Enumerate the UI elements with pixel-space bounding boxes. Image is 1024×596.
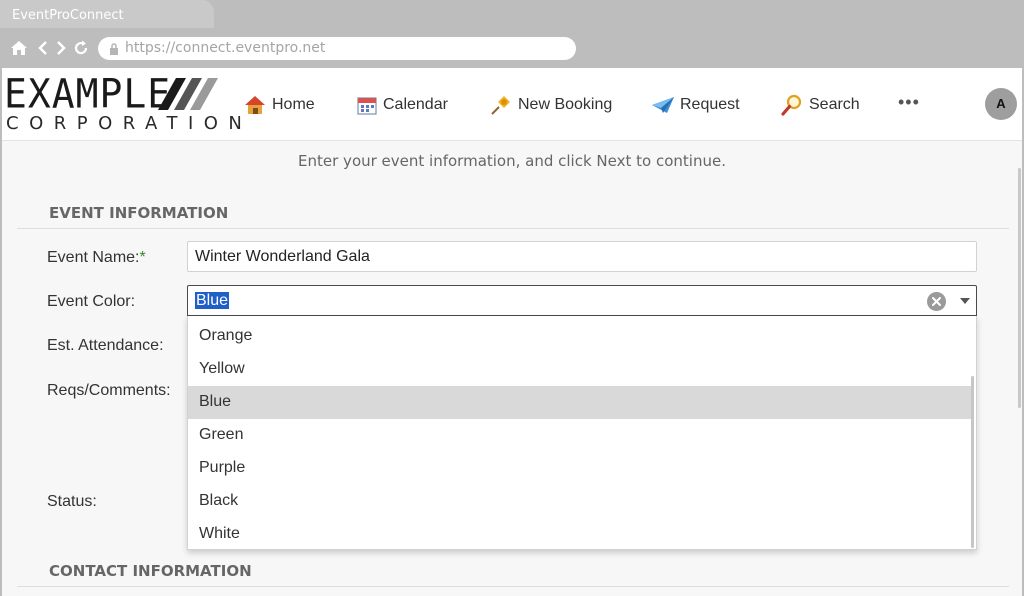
lock-icon xyxy=(110,43,118,55)
event-color-dropdown[interactable]: Orange Yellow Blue Green Purple Black Wh… xyxy=(187,316,977,550)
reload-icon[interactable] xyxy=(72,38,90,58)
event-color-value: Blue xyxy=(195,292,230,309)
nav-home-label: Home xyxy=(272,96,315,113)
browser-tab-title: EventProConnect xyxy=(12,8,124,23)
calendar-icon xyxy=(357,97,377,115)
nav-calendar-label: Calendar xyxy=(383,96,448,113)
company-logo[interactable]: EXAMPLE CORPORATION xyxy=(4,70,242,136)
clear-x-icon xyxy=(932,297,941,306)
page: EXAMPLE CORPORATION Home Calendar New Bo… xyxy=(2,68,1022,596)
browser-tab[interactable]: EventProConnect xyxy=(0,0,214,30)
nav-new-booking[interactable]: New Booking xyxy=(489,92,612,118)
nav-request[interactable]: Request xyxy=(651,92,740,118)
color-option-white[interactable]: White xyxy=(188,518,972,551)
user-avatar[interactable]: A xyxy=(985,88,1017,120)
event-information-heading: EVENT INFORMATION xyxy=(17,204,1009,229)
url-text: https://connect.eventpro.net xyxy=(125,40,326,56)
nav-search[interactable]: Search xyxy=(780,92,860,118)
color-option-black[interactable]: Black xyxy=(188,485,972,518)
color-option-yellow[interactable]: Yellow xyxy=(188,353,972,386)
nav-search-label: Search xyxy=(809,96,860,113)
attendance-label: Est. Attendance: xyxy=(47,337,164,354)
paper-plane-icon xyxy=(652,97,674,113)
event-name-input[interactable]: Winter Wonderland Gala xyxy=(187,241,977,272)
more-menu-icon[interactable]: ••• xyxy=(898,92,920,113)
color-option-orange[interactable]: Orange xyxy=(188,320,972,353)
contact-information-heading: CONTACT INFORMATION xyxy=(17,562,1009,587)
dropdown-scrollbar[interactable] xyxy=(971,376,974,548)
logo-stripes-icon xyxy=(158,78,218,110)
address-bar[interactable]: https://connect.eventpro.net xyxy=(98,37,576,60)
required-mark: * xyxy=(139,249,146,266)
status-label: Status: xyxy=(47,493,97,510)
nav-calendar[interactable]: Calendar xyxy=(356,92,448,118)
instructions-text: Enter your event information, and click … xyxy=(298,152,726,170)
pushpin-icon xyxy=(491,96,510,115)
logo-line2: CORPORATION xyxy=(6,113,253,134)
color-option-green[interactable]: Green xyxy=(188,419,972,452)
browser-toolbar: https://connect.eventpro.net xyxy=(0,28,1024,68)
back-icon[interactable] xyxy=(34,38,52,58)
color-option-purple[interactable]: Purple xyxy=(188,452,972,485)
forward-icon[interactable] xyxy=(52,38,70,58)
comments-label: Reqs/Comments: xyxy=(47,382,171,399)
nav-new-booking-label: New Booking xyxy=(518,96,613,113)
event-name-label-text: Event Name: xyxy=(47,249,140,266)
event-color-label: Event Color: xyxy=(47,293,136,310)
event-color-select[interactable]: Blue xyxy=(187,285,977,316)
magnifier-icon xyxy=(781,94,802,116)
home-nav-icon[interactable] xyxy=(10,38,28,58)
nav-home[interactable]: Home xyxy=(243,92,315,118)
page-scrollbar[interactable] xyxy=(1018,168,1021,408)
color-option-blue[interactable]: Blue xyxy=(188,386,972,419)
nav-request-label: Request xyxy=(680,96,740,113)
event-name-label: Event Name:* xyxy=(47,249,146,267)
chevron-down-icon[interactable] xyxy=(960,298,970,304)
app-header: EXAMPLE CORPORATION Home Calendar New Bo… xyxy=(2,68,1022,141)
logo-line1: EXAMPLE xyxy=(4,70,172,118)
event-name-value: Winter Wonderland Gala xyxy=(195,248,370,265)
home-icon xyxy=(245,96,265,114)
clear-icon[interactable] xyxy=(927,292,946,311)
